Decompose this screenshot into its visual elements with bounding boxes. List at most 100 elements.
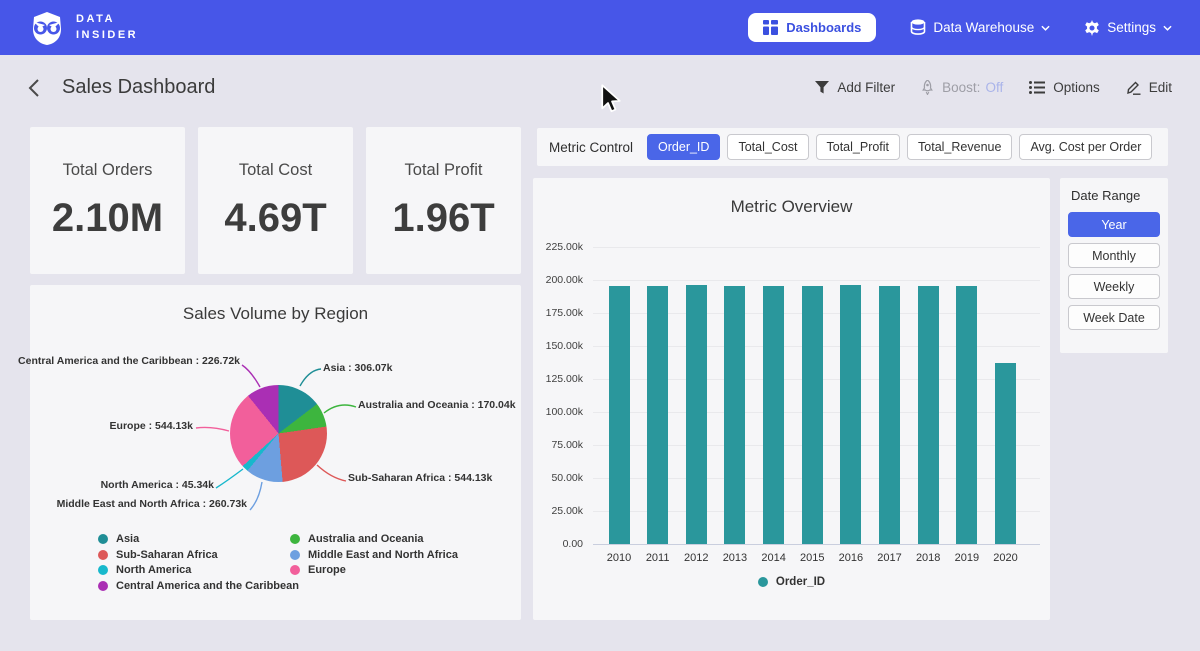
date-range-button-weekly[interactable]: Weekly: [1068, 274, 1160, 299]
dashboards-label: Dashboards: [786, 20, 861, 35]
pie-leader-line: [216, 469, 243, 488]
date-range-button-year[interactable]: Year: [1068, 212, 1160, 237]
legend-item-sub-saharan-africa[interactable]: Sub-Saharan Africa: [98, 549, 218, 561]
page-title: Sales Dashboard: [62, 76, 215, 99]
pie-leader-line: [250, 482, 262, 510]
bar-2015[interactable]: [802, 286, 823, 544]
brand-line2: INSIDER: [76, 28, 138, 44]
date-range-button-week-date[interactable]: Week Date: [1068, 305, 1160, 330]
legend-dot: [98, 534, 108, 544]
edit-label: Edit: [1149, 80, 1172, 95]
y-axis-tick: 75.00k: [533, 439, 583, 451]
legend-label: Europe: [308, 564, 346, 576]
legend-label: Asia: [116, 533, 139, 545]
pie-slice-label: Australia and Oceania : 170.04k: [358, 399, 516, 411]
pie-slice-label: Asia : 306.07k: [323, 362, 392, 374]
bar-2017[interactable]: [879, 286, 900, 544]
pie-slice-label: Central America and the Caribbean : 226.…: [18, 355, 240, 367]
y-axis-tick: 0.00: [533, 538, 583, 550]
data-warehouse-menu[interactable]: Data Warehouse: [910, 19, 1050, 36]
kpi-label: Total Cost: [239, 161, 312, 180]
x-axis-tick: 2019: [946, 552, 988, 564]
bar-chart-area: 225.00k200.00k175.00k150.00k125.00k100.0…: [533, 178, 1050, 620]
brand-logo: DATA INSIDER: [28, 9, 138, 47]
x-axis-tick: 2020: [985, 552, 1027, 564]
x-axis-tick: 2015: [791, 552, 833, 564]
legend-dot: [290, 565, 300, 575]
legend-item-middle-east-and-north-africa[interactable]: Middle East and North Africa: [290, 549, 458, 561]
owl-logo-icon: [28, 9, 66, 47]
add-filter-button[interactable]: Add Filter: [815, 80, 895, 95]
legend-item-asia[interactable]: Asia: [98, 533, 139, 545]
pie-leader-line: [324, 405, 356, 413]
chevron-down-icon: [1041, 25, 1050, 31]
gridline: [593, 280, 1040, 281]
legend-item-australia-and-oceania[interactable]: Australia and Oceania: [290, 533, 424, 545]
database-icon: [910, 19, 926, 36]
pie-leader-line: [317, 465, 346, 481]
bar-2014[interactable]: [763, 286, 784, 544]
back-button[interactable]: [28, 79, 46, 97]
metric-control-label: Metric Control: [549, 140, 633, 155]
pie-chart-area: Asia Sub-Saharan Africa North America Centr…: [30, 285, 521, 620]
options-button[interactable]: Options: [1029, 80, 1100, 95]
bar-2013[interactable]: [724, 286, 745, 544]
bar-2020[interactable]: [995, 363, 1016, 544]
date-range-label: Date Range: [1068, 188, 1160, 203]
y-axis-tick: 150.00k: [533, 340, 583, 352]
chevron-down-icon: [1163, 25, 1172, 31]
kpi-card-total-orders: Total Orders 2.10M: [30, 127, 185, 274]
dashboards-button[interactable]: Dashboards: [748, 13, 876, 42]
date-range-button-monthly[interactable]: Monthly: [1068, 243, 1160, 268]
boost-state: Off: [985, 80, 1003, 95]
bar-legend[interactable]: Order_ID: [533, 576, 1050, 588]
metric-button-order-id[interactable]: Order_ID: [647, 134, 720, 160]
y-axis-tick: 50.00k: [533, 472, 583, 484]
bar-2016[interactable]: [840, 285, 861, 544]
legend-dot: [98, 550, 108, 560]
bar-2012[interactable]: [686, 285, 707, 544]
kpi-card-total-cost: Total Cost 4.69T: [198, 127, 353, 274]
filter-funnel-icon: [815, 81, 829, 94]
pie-slice-label: Sub-Saharan Africa : 544.13k: [348, 472, 492, 484]
metric-button-total-cost[interactable]: Total_Cost: [727, 134, 808, 160]
options-list-icon: [1029, 81, 1045, 94]
legend-dot: [758, 577, 768, 587]
bar-2011[interactable]: [647, 286, 668, 544]
pie-slice-label: North America : 45.34k: [101, 479, 214, 491]
metric-button-total-profit[interactable]: Total_Profit: [816, 134, 901, 160]
x-axis-tick: 2016: [830, 552, 872, 564]
data-warehouse-label: Data Warehouse: [933, 20, 1034, 35]
pie-chart-card: Sales Volume by Region AsiaSub-Saharan A…: [30, 285, 521, 620]
top-navbar: DATA INSIDER Dashboards Data Warehouse: [0, 0, 1200, 55]
legend-label: Sub-Saharan Africa: [116, 549, 218, 561]
legend-item-central-america-and-the-caribbean[interactable]: Central America and the Caribbean: [98, 580, 299, 592]
edit-button[interactable]: Edit: [1126, 80, 1172, 95]
bar-2019[interactable]: [956, 286, 977, 544]
brand-line1: DATA: [76, 12, 138, 28]
pie-leader-line: [196, 427, 229, 431]
legend-item-north-america[interactable]: North America: [98, 564, 191, 576]
dashboard-grid-icon: [763, 20, 778, 35]
gear-icon: [1084, 20, 1100, 36]
legend-item-europe[interactable]: Europe: [290, 564, 346, 576]
pie-slice-label: Middle East and North Africa : 260.73k: [57, 498, 247, 510]
boost-rocket-icon: [921, 80, 934, 95]
options-label: Options: [1053, 80, 1100, 95]
page-header: Sales Dashboard Add Filter Boost: Off Op: [0, 55, 1200, 120]
kpi-card-total-profit: Total Profit 1.96T: [366, 127, 521, 274]
boost-label: Boost:: [942, 80, 980, 95]
metric-button-total-revenue[interactable]: Total_Revenue: [907, 134, 1012, 160]
gridline: [593, 247, 1040, 248]
add-filter-label: Add Filter: [837, 80, 895, 95]
bar-2010[interactable]: [609, 286, 630, 544]
legend-label: North America: [116, 564, 191, 576]
settings-menu[interactable]: Settings: [1084, 20, 1172, 36]
metric-button-avg-cost-per-order[interactable]: Avg. Cost per Order: [1019, 134, 1152, 160]
bar-2018[interactable]: [918, 286, 939, 544]
boost-toggle[interactable]: Boost: Off: [921, 80, 1003, 95]
pie-chart[interactable]: [230, 385, 327, 482]
kpi-value: 1.96T: [392, 196, 494, 241]
bar-chart-card: Metric Overview 225.00k200.00k175.00k150…: [533, 178, 1050, 620]
x-axis-tick: 2012: [675, 552, 717, 564]
